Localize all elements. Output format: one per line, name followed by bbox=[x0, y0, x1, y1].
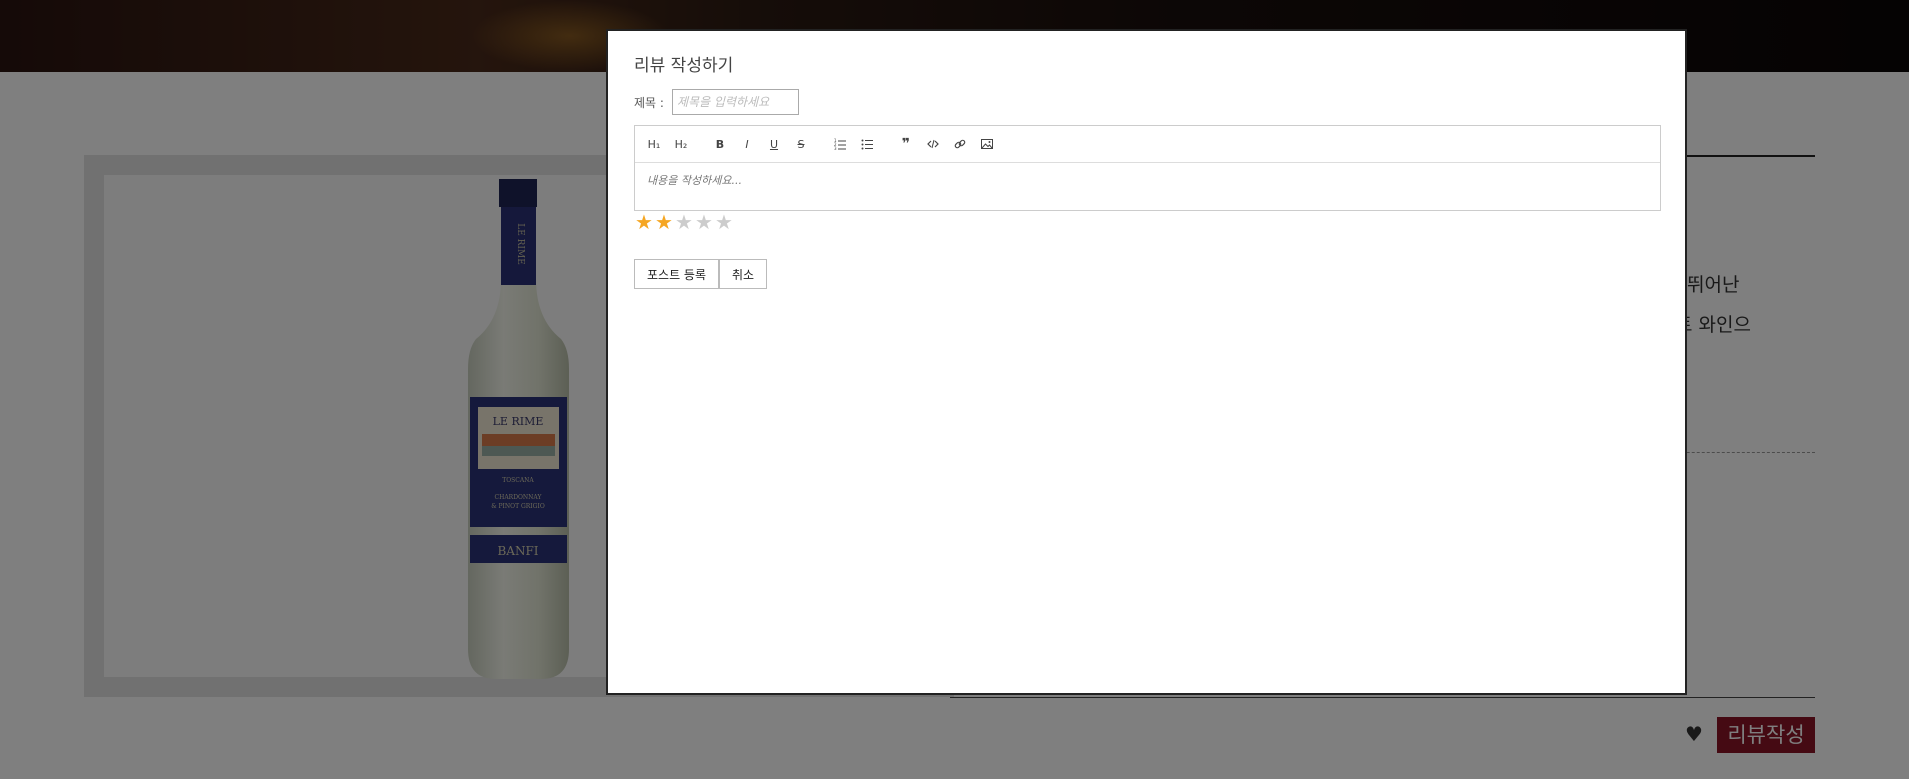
submit-post-button[interactable]: 포스트 등록 bbox=[634, 259, 720, 289]
image-button[interactable] bbox=[976, 133, 998, 155]
star-icon[interactable]: ★ bbox=[714, 211, 734, 233]
star-icon[interactable]: ★ bbox=[654, 211, 674, 233]
svg-text:3: 3 bbox=[834, 146, 837, 150]
quote-icon: ❞ bbox=[901, 136, 911, 152]
bullet-list-icon bbox=[861, 139, 873, 150]
rich-text-editor: H₁ H₂ B I U S 123 ❞ 내용을 작성하세요... bbox=[634, 125, 1661, 211]
title-input[interactable] bbox=[672, 89, 799, 115]
bold-button[interactable]: B bbox=[709, 133, 731, 155]
review-modal: 리뷰 작성하기 제목 : H₁ H₂ B I U S 123 bbox=[606, 29, 1687, 695]
link-icon bbox=[954, 139, 966, 149]
bullet-list-button[interactable] bbox=[856, 133, 878, 155]
image-icon bbox=[981, 139, 993, 149]
blockquote-button[interactable]: ❞ bbox=[895, 133, 917, 155]
modal-actions: 포스트 등록 취소 bbox=[634, 259, 768, 289]
star-icon[interactable]: ★ bbox=[634, 211, 654, 233]
code-icon bbox=[927, 139, 939, 149]
ordered-list-icon: 123 bbox=[834, 138, 846, 150]
star-icon[interactable]: ★ bbox=[674, 211, 694, 233]
star-rating[interactable]: ★ ★ ★ ★ ★ bbox=[634, 211, 734, 233]
editor-content[interactable]: 내용을 작성하세요... bbox=[635, 163, 1660, 197]
code-button[interactable] bbox=[922, 133, 944, 155]
star-icon[interactable]: ★ bbox=[694, 211, 714, 233]
h1-button[interactable]: H₁ bbox=[643, 133, 665, 155]
h2-button[interactable]: H₂ bbox=[670, 133, 692, 155]
underline-button[interactable]: U bbox=[763, 133, 785, 155]
strike-button[interactable]: S bbox=[790, 133, 812, 155]
ordered-list-button[interactable]: 123 bbox=[829, 133, 851, 155]
link-button[interactable] bbox=[949, 133, 971, 155]
editor-toolbar: H₁ H₂ B I U S 123 ❞ bbox=[635, 126, 1660, 163]
italic-button[interactable]: I bbox=[736, 133, 758, 155]
cancel-button[interactable]: 취소 bbox=[719, 259, 768, 289]
modal-title: 리뷰 작성하기 bbox=[634, 56, 734, 76]
title-label: 제목 : bbox=[634, 96, 664, 110]
